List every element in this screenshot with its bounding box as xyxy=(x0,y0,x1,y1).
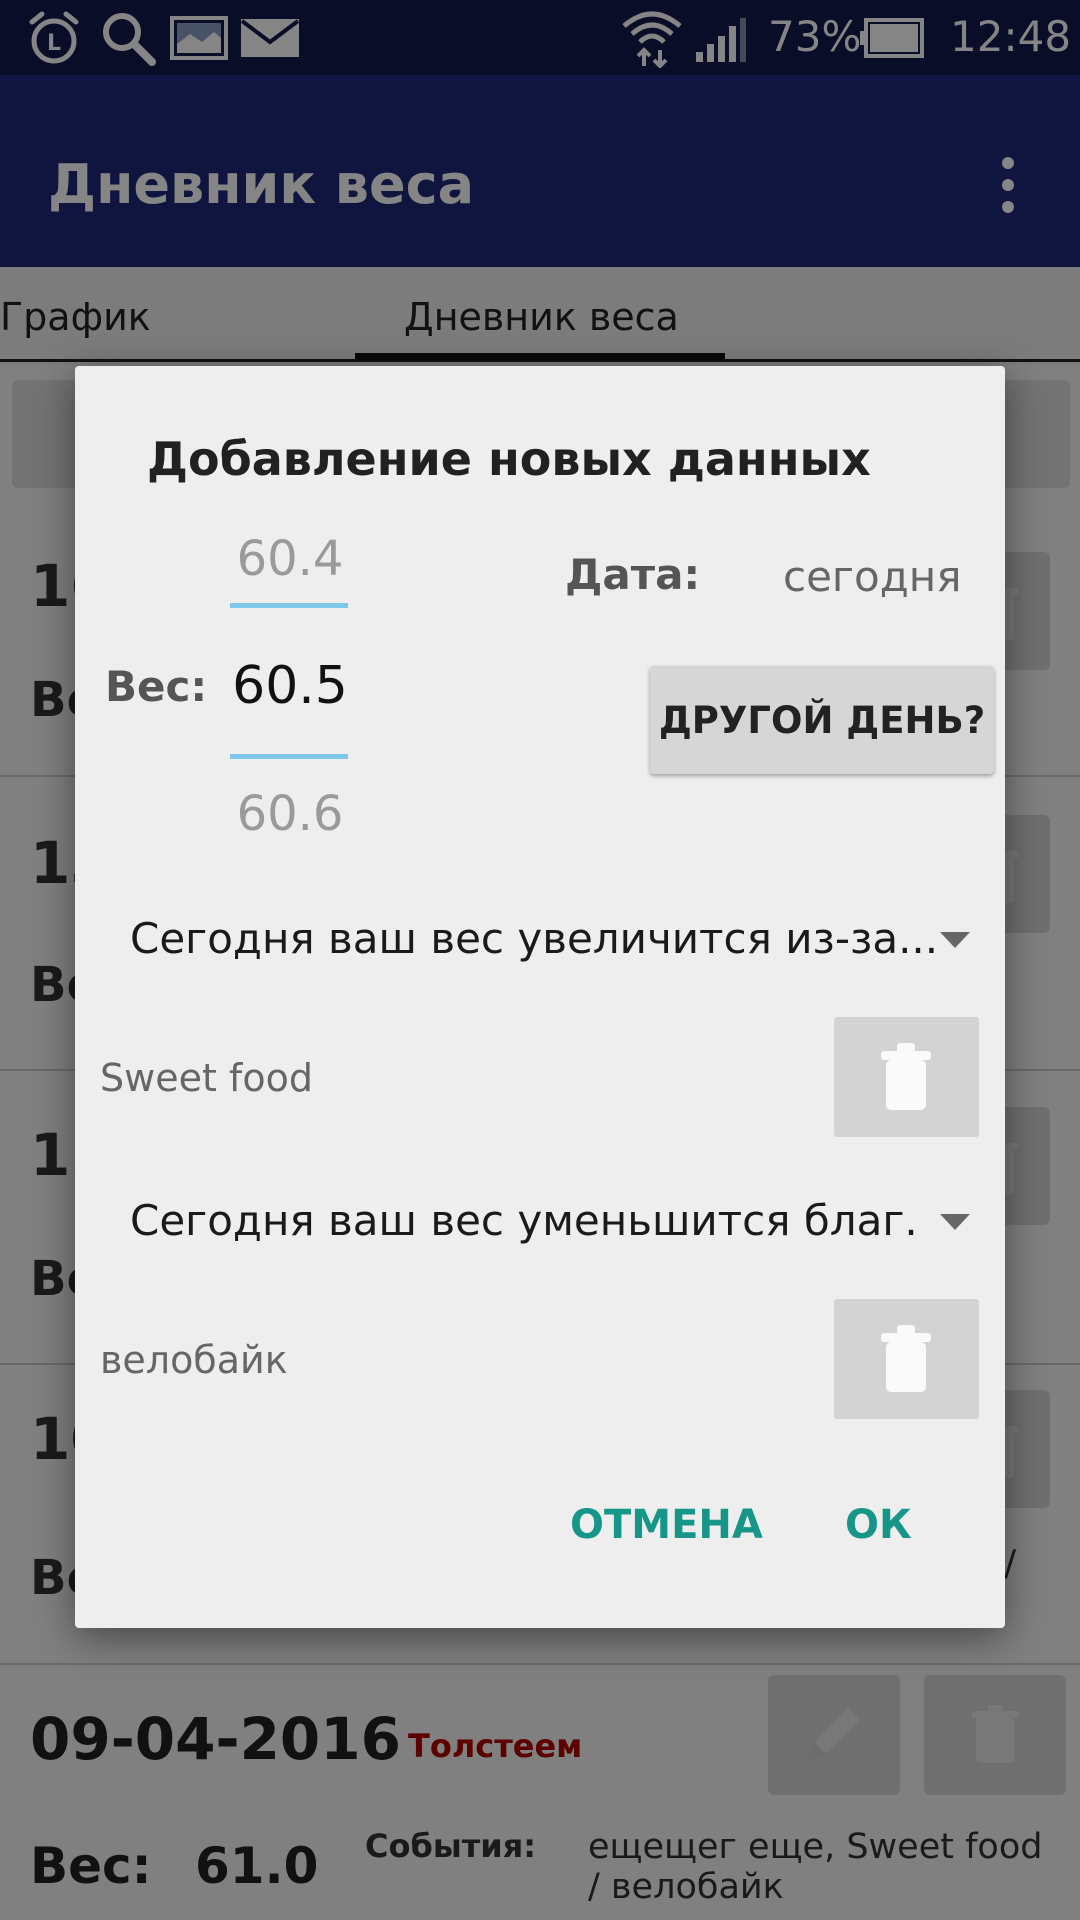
trash-icon xyxy=(881,1043,931,1110)
loss-event-item: велобайк xyxy=(100,1338,288,1382)
weight-picker-next[interactable]: 60.6 xyxy=(230,786,350,842)
delete-loss-event-button[interactable] xyxy=(834,1299,979,1419)
weight-label: Вес: xyxy=(105,662,208,711)
date-value: сегодня xyxy=(783,552,962,601)
dropdown-arrow-icon xyxy=(940,1214,970,1230)
gain-event-item: Sweet food xyxy=(100,1056,313,1100)
weight-loss-spinner[interactable]: Сегодня ваш вес уменьшится благ. xyxy=(130,1188,990,1258)
dropdown-arrow-icon xyxy=(940,932,970,948)
cancel-button[interactable]: ОТМЕНА xyxy=(570,1502,763,1548)
delete-gain-event-button[interactable] xyxy=(834,1017,979,1137)
date-label: Дата: xyxy=(565,550,701,599)
dialog-title: Добавление новых данных xyxy=(147,432,871,486)
picker-divider-bottom xyxy=(230,754,348,759)
picker-divider-top xyxy=(230,603,348,608)
trash-icon xyxy=(881,1325,931,1392)
add-data-dialog: Добавление новых данных Вес: 60.4 60.5 6… xyxy=(75,366,1005,1628)
other-day-button[interactable]: ДРУГОЙ ДЕНЬ? xyxy=(650,666,994,774)
weight-picker-current[interactable]: 60.5 xyxy=(230,656,350,716)
ok-button[interactable]: ОК xyxy=(845,1502,912,1548)
weight-gain-spinner[interactable]: Сегодня ваш вес увеличится из-за... xyxy=(130,906,990,976)
weight-gain-spinner-text: Сегодня ваш вес увеличится из-за... xyxy=(130,914,939,963)
weight-loss-spinner-text: Сегодня ваш вес уменьшится благ. xyxy=(130,1196,918,1245)
weight-picker-prev[interactable]: 60.4 xyxy=(230,531,350,587)
